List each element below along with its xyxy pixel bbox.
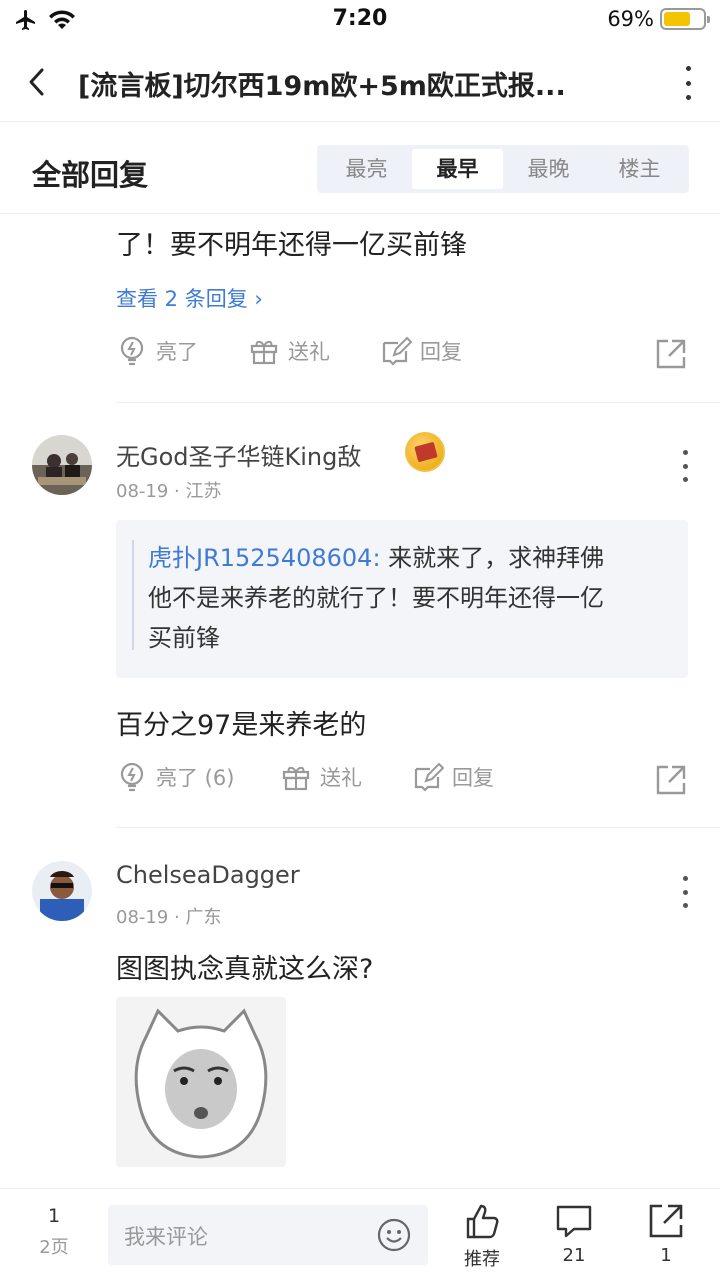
gift-icon: [250, 340, 278, 365]
chevron-right-icon: ›: [254, 287, 263, 311]
reply-label: 回复: [452, 766, 494, 790]
like-button[interactable]: 亮了 (6): [116, 761, 234, 793]
total-pages: 2页: [39, 1237, 69, 1258]
light-bulb-icon: [120, 336, 144, 366]
more-options-icon[interactable]: [680, 450, 690, 482]
comment-bubble-icon: [556, 1205, 592, 1238]
reply-feed[interactable]: 了！要不明年还得一亿买前锋 查看 2 条回复 › 亮了 送礼 回复 无God圣子…: [0, 215, 720, 1188]
share-button[interactable]: 1: [636, 1201, 696, 1266]
quoted-reply[interactable]: 虎扑JR1525408604: 来就来了，求神拜佛 他不是来养老的就行了！要不明…: [116, 520, 688, 678]
comment-input[interactable]: 我来评论: [108, 1205, 428, 1265]
meta-separator: ·: [174, 907, 186, 928]
username[interactable]: 无God圣子华链King敌: [116, 437, 361, 472]
all-replies-label: 全部回复: [32, 158, 149, 192]
comment-placeholder: 我来评论: [124, 1225, 208, 1249]
quote-line-3: 买前锋: [148, 624, 220, 652]
shares-count: 1: [660, 1245, 672, 1266]
battery-icon: [660, 8, 710, 30]
emoji-icon[interactable]: [376, 1217, 412, 1253]
share-icon[interactable]: [654, 337, 688, 371]
username[interactable]: ChelseaDagger: [116, 861, 300, 889]
back-arrow-icon[interactable]: [22, 62, 52, 102]
share-icon: [649, 1204, 683, 1238]
quote-text-1: 来就来了，求神拜佛: [380, 544, 605, 572]
view-replies-link[interactable]: 查看 2 条回复 ›: [116, 283, 263, 313]
reply-text: 图图执念真就这么深?: [116, 954, 374, 985]
reply-actions: 亮了 (6) 送礼 回复: [116, 761, 688, 801]
sticker-image[interactable]: [116, 997, 286, 1167]
status-bar: 7:20 69%: [0, 0, 720, 40]
share-icon[interactable]: [654, 763, 688, 797]
post-date: 08-19: [116, 907, 169, 928]
comments-button[interactable]: 21: [544, 1201, 604, 1266]
tab-brightest[interactable]: 最亮: [321, 149, 412, 189]
post-location: 广东: [185, 907, 222, 928]
sort-segmented-control: 最亮 最早 最晚 楼主: [317, 145, 689, 193]
page-title: [流言板]切尔西19m欧+5m欧正式报...: [78, 71, 566, 102]
edit-reply-icon: [382, 336, 412, 366]
avatar[interactable]: [32, 861, 92, 921]
reply-text: 百分之97是来养老的: [116, 710, 367, 741]
gift-button[interactable]: 送礼: [248, 335, 330, 367]
view-replies-label: 查看 2 条回复: [116, 287, 248, 311]
current-page: 1: [47, 1205, 61, 1227]
light-bulb-icon: [120, 762, 144, 792]
comments-count: 21: [562, 1245, 586, 1266]
battery-percent: 69%: [607, 7, 654, 31]
reply-actions: 亮了 送礼 回复: [116, 335, 688, 375]
edit-reply-icon: [414, 762, 444, 792]
reply-text: 了！要不明年还得一亿买前锋: [116, 230, 467, 261]
like-label: 亮了 (6): [156, 766, 235, 790]
bottom-bar: 1 2页 我来评论 推荐 21 1: [0, 1188, 720, 1280]
like-button[interactable]: 亮了: [116, 335, 198, 367]
divider: [116, 402, 720, 403]
like-label: 亮了: [156, 340, 198, 364]
reply-label: 回复: [420, 340, 462, 364]
nav-bar: [流言板]切尔西19m欧+5m欧正式报...: [0, 44, 720, 122]
more-options-icon[interactable]: [682, 66, 694, 100]
recommend-label: 推荐: [464, 1249, 500, 1270]
user-badge-icon: [405, 432, 445, 472]
recommend-button[interactable]: 推荐: [452, 1201, 512, 1271]
reply-button[interactable]: 回复: [380, 335, 462, 367]
quoted-username[interactable]: 虎扑JR1525408604:: [148, 544, 381, 572]
post-meta: 08-19 · 江苏: [116, 477, 222, 503]
more-options-icon[interactable]: [680, 876, 690, 908]
thumbs-up-icon: [466, 1204, 499, 1239]
reply-header: 全部回复 最亮 最早 最晚 楼主: [0, 124, 720, 214]
post-location: 江苏: [185, 481, 222, 502]
gift-label: 送礼: [320, 766, 362, 790]
tab-latest[interactable]: 最晚: [503, 149, 594, 189]
divider: [116, 827, 720, 828]
avatar[interactable]: [32, 435, 92, 495]
reply-button[interactable]: 回复: [412, 761, 494, 793]
tab-earliest[interactable]: 最早: [412, 149, 503, 189]
quote-line-2: 他不是来养老的就行了！要不明年还得一亿: [148, 584, 604, 612]
meta-separator: ·: [174, 481, 186, 502]
post-meta: 08-19 · 广东: [116, 903, 222, 929]
post-date: 08-19: [116, 481, 169, 502]
gift-label: 送礼: [288, 340, 330, 364]
gift-button[interactable]: 送礼: [280, 761, 362, 793]
quote-line-1: 虎扑JR1525408604: 来就来了，求神拜佛: [148, 538, 668, 578]
gift-icon: [282, 766, 310, 791]
tab-op-only[interactable]: 楼主: [594, 149, 685, 189]
page-indicator[interactable]: 1 2页: [26, 1205, 82, 1259]
